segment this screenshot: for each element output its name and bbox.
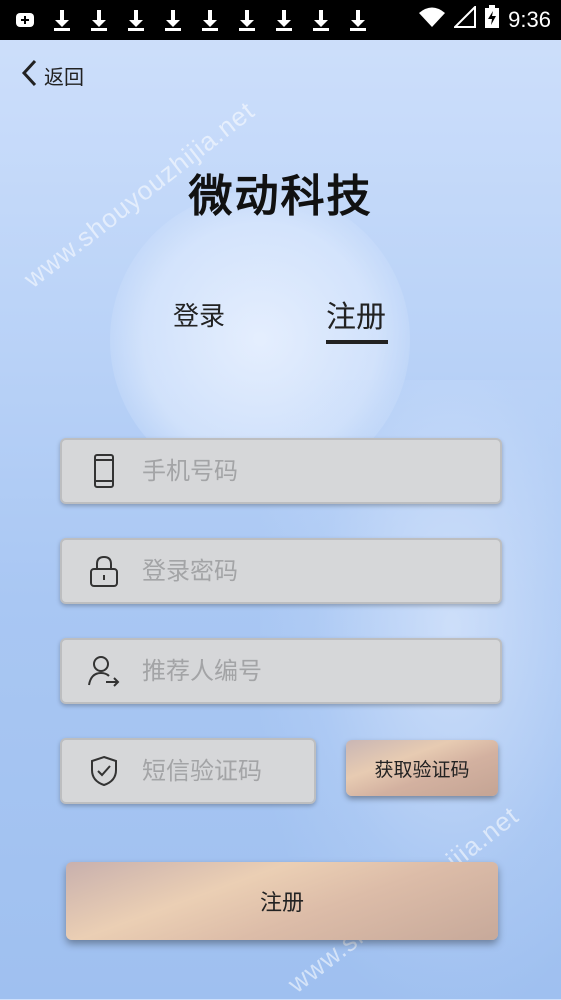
sms-code-field bbox=[60, 738, 316, 804]
password-field bbox=[60, 538, 502, 604]
phone-icon bbox=[86, 453, 122, 489]
signal-icon bbox=[452, 4, 477, 34]
phone-input[interactable] bbox=[140, 456, 444, 486]
tab-login[interactable]: 登录 bbox=[173, 296, 225, 333]
lock-icon bbox=[86, 553, 122, 589]
download-icon bbox=[51, 8, 73, 32]
auth-tabs: 登录 注册 bbox=[0, 290, 561, 350]
system-indicators: 9:36 bbox=[418, 4, 551, 35]
battery-icon bbox=[484, 5, 500, 35]
referrer-field bbox=[60, 638, 502, 704]
back-button[interactable]: 返回 bbox=[20, 58, 84, 93]
download-icon bbox=[125, 8, 147, 32]
notification-plus-icon bbox=[14, 8, 36, 32]
download-icon bbox=[199, 8, 221, 32]
app-title: 微动科技 bbox=[188, 171, 373, 222]
download-icon bbox=[347, 8, 369, 32]
download-icon bbox=[273, 8, 295, 32]
wifi-icon bbox=[418, 6, 446, 34]
status-bar: 9:36 bbox=[0, 0, 561, 40]
back-label: 返回 bbox=[44, 65, 84, 89]
notification-icons bbox=[14, 8, 369, 32]
download-icon bbox=[162, 8, 184, 32]
download-icon bbox=[88, 8, 110, 32]
user-referral-icon bbox=[86, 653, 122, 689]
clock: 9:36 bbox=[508, 7, 551, 32]
register-button[interactable]: 注册 bbox=[66, 862, 498, 940]
active-tab-indicator bbox=[326, 340, 388, 344]
download-icon bbox=[310, 8, 332, 32]
tab-register[interactable]: 注册 bbox=[326, 292, 386, 336]
download-icon bbox=[236, 8, 258, 32]
sms-code-input[interactable] bbox=[140, 756, 294, 786]
referrer-input[interactable] bbox=[140, 656, 444, 686]
phone-field bbox=[60, 438, 502, 504]
shield-icon bbox=[86, 753, 122, 789]
chevron-left-icon bbox=[20, 58, 38, 93]
get-code-button[interactable]: 获取验证码 bbox=[346, 740, 498, 796]
password-input[interactable] bbox=[140, 556, 444, 586]
